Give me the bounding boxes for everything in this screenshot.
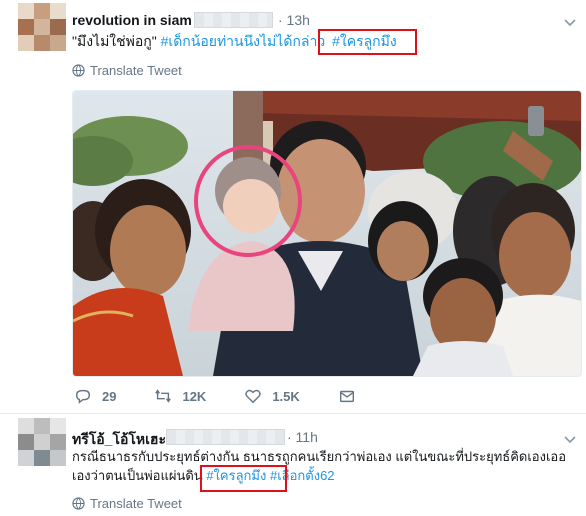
translate-label: Translate Tweet	[90, 63, 182, 78]
dm-icon	[339, 390, 354, 403]
chevron-down-icon[interactable]	[562, 14, 578, 30]
dm-button[interactable]	[338, 387, 356, 405]
photo-image	[73, 91, 581, 376]
globe-icon	[72, 64, 85, 77]
author-name[interactable]: revolution in siam	[72, 12, 192, 28]
avatar[interactable]	[18, 418, 66, 466]
hashtag[interactable]: #เด็กน้อยท่านนึงไม่ได้กล่าว	[161, 33, 326, 49]
timestamp[interactable]: · 13h	[278, 12, 310, 28]
tweet-actions: 29 12K 1.5K	[74, 387, 394, 405]
author-handle[interactable]	[194, 12, 273, 28]
highlight-box	[318, 29, 417, 55]
reply-count: 29	[102, 388, 117, 404]
chevron-down-icon[interactable]	[562, 431, 578, 447]
tweet-2[interactable]: ทรีโอ้_โอ้โหเฮะ · 11h กรณีธนาธรกับประยุท…	[0, 414, 586, 516]
reply-icon	[75, 389, 91, 404]
heart-icon	[245, 389, 262, 404]
like-button[interactable]: 1.5K	[244, 387, 300, 405]
like-count: 1.5K	[272, 388, 300, 404]
highlight-box	[200, 465, 287, 492]
translate-tweet-link[interactable]: Translate Tweet	[72, 63, 182, 78]
tweet-photo[interactable]	[72, 90, 582, 377]
translate-tweet-link[interactable]: Translate Tweet	[72, 496, 182, 511]
tweet-1[interactable]: revolution in siam · 13h "มึงไม่ใช่พ่อกู…	[0, 0, 586, 414]
author-handle[interactable]	[166, 429, 285, 445]
timestamp[interactable]: · 11h	[287, 429, 318, 445]
retweet-count: 12K	[182, 388, 207, 404]
translate-label: Translate Tweet	[90, 496, 182, 511]
retweet-button[interactable]: 12K	[154, 387, 206, 405]
avatar[interactable]	[18, 3, 66, 51]
tweet-quote: "มึงไม่ใช่พ่อกู"	[72, 33, 157, 49]
retweet-icon	[155, 389, 172, 403]
tweet-text-line-1: กรณีธนาธรกับประยุทธ์ต่างกัน ธนาธรถูกคนเร…	[72, 449, 567, 464]
globe-icon	[72, 497, 85, 510]
reply-button[interactable]: 29	[74, 387, 116, 405]
tweet-text: เองว่าตนเป็นพ่อแผ่นดิน	[72, 468, 203, 483]
